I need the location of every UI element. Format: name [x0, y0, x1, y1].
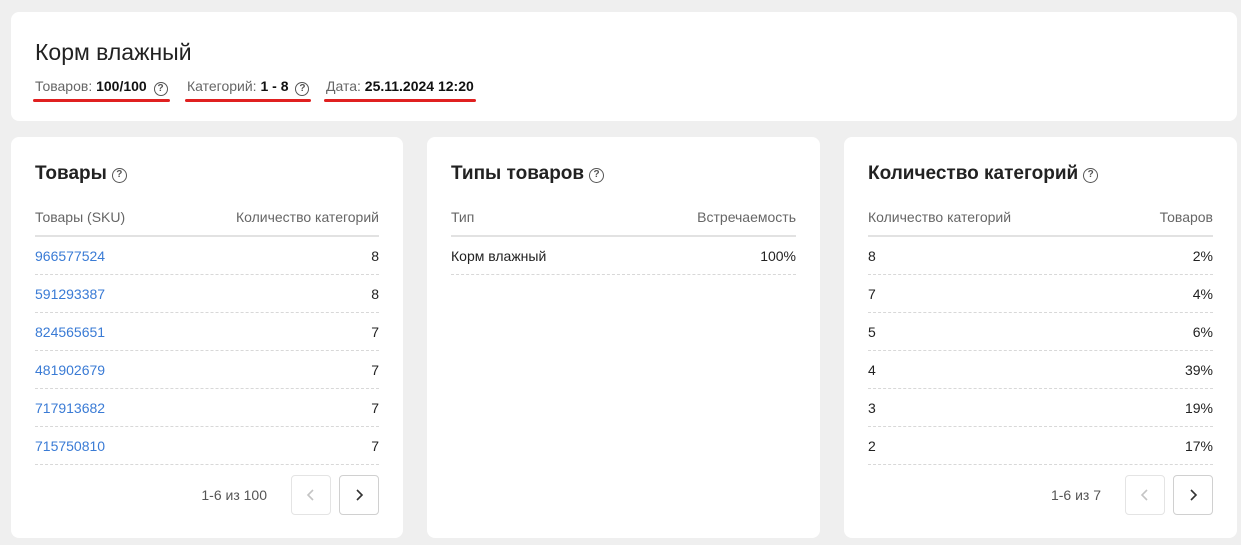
column-header-sku[interactable]: Товары (SKU) [35, 209, 125, 225]
stat-products-label: Товаров: [35, 78, 93, 94]
category-count-cell: 7 [371, 399, 379, 416]
page-title: Корм влажный [35, 39, 192, 65]
column-header-type[interactable]: Тип [451, 209, 474, 225]
column-header-occurrence[interactable]: Встречаемость [697, 209, 796, 225]
chevron-left-icon [1140, 489, 1148, 501]
prev-page-button[interactable] [1125, 475, 1165, 515]
table-row: 966577524 8 [35, 237, 379, 275]
stat-categories-value: 1 - 8 [260, 78, 289, 94]
column-header-category-count[interactable]: Количество категорий [868, 209, 1011, 225]
table-header: Количество категорий Товаров [868, 199, 1213, 237]
products-share-cell: 17% [1184, 437, 1213, 454]
table-row: 8 2% [868, 237, 1213, 275]
stat-date-value: 25.11.2024 12:20 [364, 78, 474, 94]
stat-date-label: Дата: [326, 78, 361, 94]
sku-link[interactable]: 591293387 [35, 286, 105, 302]
stat-products: Товаров: 100/100 ? [33, 78, 170, 102]
category-count-cell: 7 [868, 285, 876, 302]
category-count-cell: 8 [868, 247, 876, 264]
chevron-right-icon [1190, 489, 1198, 501]
column-header-products[interactable]: Товаров [1160, 209, 1213, 225]
header-card: Корм влажный Товаров: 100/100 ? Категори… [11, 12, 1237, 121]
chevron-right-icon [356, 489, 364, 501]
type-cell: Корм влажный [451, 247, 547, 264]
sku-link[interactable]: 717913682 [35, 400, 105, 416]
categories-title: Количество категорий? [868, 163, 1099, 185]
table-row: 4 39% [868, 351, 1213, 389]
table-row: 3 19% [868, 389, 1213, 427]
question-circle-icon[interactable]: ? [1083, 168, 1099, 183]
products-title-text: Товары [35, 163, 107, 184]
question-circle-icon[interactable]: ? [111, 168, 127, 183]
category-count-cell: 4 [868, 361, 876, 378]
products-share-cell: 2% [1192, 247, 1213, 264]
stat-underline [33, 99, 170, 102]
table-header: Тип Встречаемость [451, 199, 796, 237]
categories-table: Количество категорий Товаров 8 2% 7 4% 5… [868, 199, 1213, 465]
table-row: 2 17% [868, 427, 1213, 465]
sku-link[interactable]: 824565651 [35, 324, 105, 340]
table-header: Товары (SKU) Количество категорий [35, 199, 379, 237]
stat-categories: Категорий: 1 - 8 ? [185, 78, 312, 102]
next-page-button[interactable] [1173, 475, 1213, 515]
chevron-left-icon [306, 489, 314, 501]
category-count-cell: 7 [371, 323, 379, 340]
category-count-cell: 2 [868, 437, 876, 454]
pagination-label: 1-6 из 7 [1050, 487, 1101, 503]
table-row: 5 6% [868, 313, 1213, 351]
sku-link[interactable]: 966577524 [35, 248, 105, 264]
table-row: 7 4% [868, 275, 1213, 313]
question-circle-icon[interactable]: ? [589, 168, 605, 183]
category-count-cell: 8 [371, 285, 379, 302]
category-count-cell: 5 [868, 323, 876, 340]
categories-card: Количество категорий? Количество категор… [844, 137, 1237, 538]
pagination-label: 1-6 из 100 [201, 487, 267, 503]
table-row: 717913682 7 [35, 389, 379, 427]
table-row: 715750810 7 [35, 427, 379, 465]
next-page-button[interactable] [339, 475, 379, 515]
table-row: 591293387 8 [35, 275, 379, 313]
table-row: 824565651 7 [35, 313, 379, 351]
stat-underline [185, 99, 312, 102]
categories-pagination: 1-6 из 7 [1051, 475, 1213, 515]
sku-link[interactable]: 715750810 [35, 438, 105, 454]
table-row: 481902679 7 [35, 351, 379, 389]
column-header-category-count[interactable]: Количество категорий [236, 209, 379, 225]
products-pagination: 1-6 из 100 [201, 475, 379, 515]
category-count-cell: 7 [371, 361, 379, 378]
question-circle-icon[interactable]: ? [295, 82, 310, 96]
products-share-cell: 39% [1184, 361, 1213, 378]
stat-underline [324, 99, 476, 102]
products-share-cell: 6% [1192, 323, 1213, 340]
products-share-cell: 19% [1184, 399, 1213, 416]
occurrence-cell: 100% [760, 247, 796, 264]
types-table: Тип Встречаемость Корм влажный 100% [451, 199, 796, 275]
categories-title-text: Количество категорий [868, 163, 1079, 184]
question-circle-icon[interactable]: ? [153, 82, 168, 96]
sku-link[interactable]: 481902679 [35, 362, 105, 378]
category-count-cell: 7 [371, 437, 379, 454]
types-title-text: Типы товаров [451, 163, 585, 184]
prev-page-button[interactable] [291, 475, 331, 515]
types-card: Типы товаров? Тип Встречаемость Корм вла… [427, 137, 820, 538]
types-title: Типы товаров? [451, 163, 605, 185]
category-count-cell: 8 [371, 247, 379, 264]
table-row: Корм влажный 100% [451, 237, 796, 275]
stat-products-value: 100/100 [96, 78, 147, 94]
products-table: Товары (SKU) Количество категорий 966577… [35, 199, 379, 465]
stat-date: Дата: 25.11.2024 12:20 [324, 78, 476, 102]
products-title: Товары? [35, 163, 127, 185]
category-count-cell: 3 [868, 399, 876, 416]
stat-categories-label: Категорий: [187, 78, 257, 94]
products-card: Товары? Товары (SKU) Количество категори… [11, 137, 403, 538]
products-share-cell: 4% [1192, 285, 1213, 302]
